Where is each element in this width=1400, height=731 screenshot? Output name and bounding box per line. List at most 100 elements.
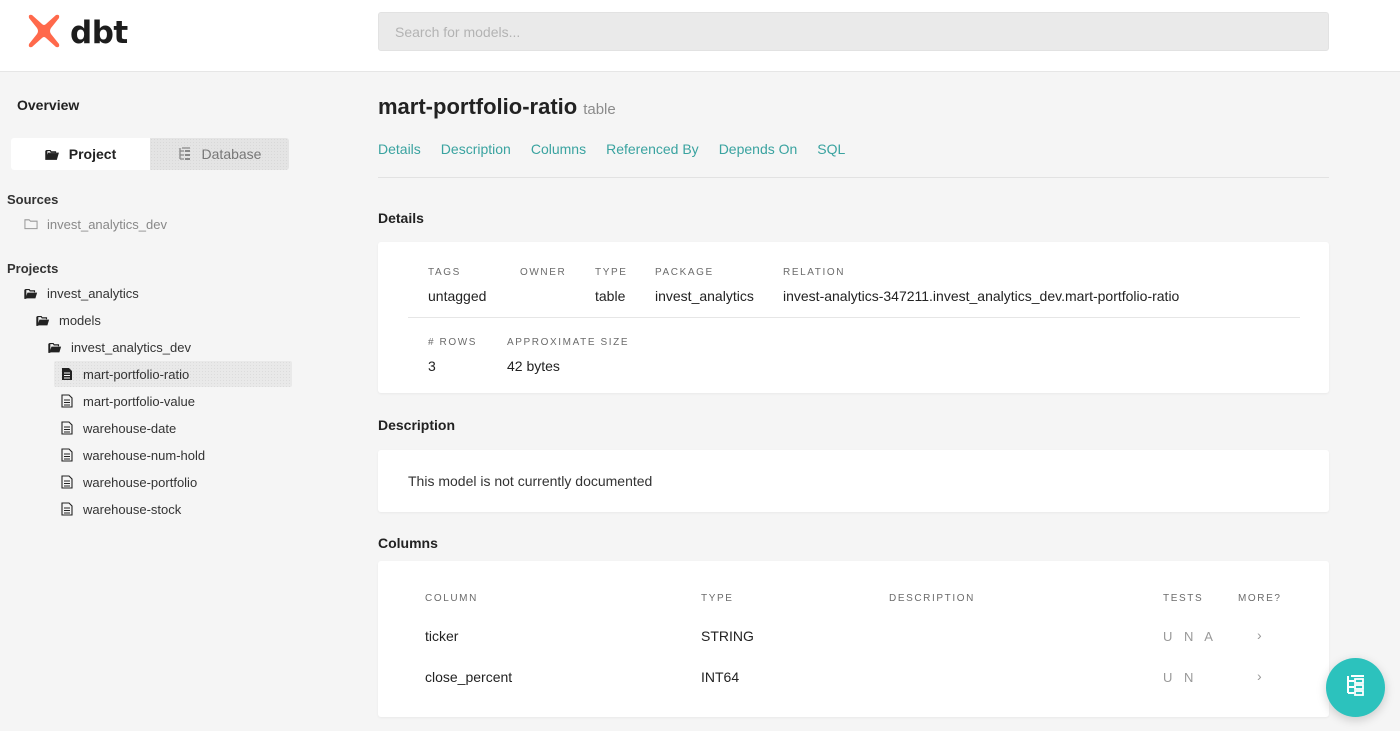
folder-outline-icon [24, 217, 38, 231]
tree-file-mart-portfolio-value[interactable]: mart-portfolio-value [60, 388, 195, 414]
sources-heading: Sources [7, 192, 59, 207]
projects-heading: Projects [7, 261, 59, 276]
tab-description[interactable]: Description [441, 141, 511, 157]
column-header-description: DESCRIPTION [889, 593, 975, 604]
columns-heading: Columns [378, 535, 438, 551]
file-outline-icon [60, 448, 74, 462]
project-database-switcher: Project Database [11, 138, 289, 170]
file-outline-icon [60, 421, 74, 435]
file-outline-icon [60, 502, 74, 516]
column-header-tests: TESTS [1163, 593, 1204, 604]
column-name: close_percent [425, 669, 513, 685]
column-header-more: MORE? [1238, 593, 1282, 604]
tree-file-warehouse-date[interactable]: warehouse-date [60, 415, 176, 441]
column-name: ticker [425, 628, 459, 644]
search-input[interactable] [378, 12, 1329, 51]
detail-size-value: 42 bytes [507, 358, 560, 374]
tree-folder-models-label: models [59, 312, 101, 328]
detail-size-label: APPROXIMATE SIZE [507, 337, 630, 348]
project-tab-button[interactable]: Project [11, 138, 150, 170]
column-header-column: COLUMN [425, 593, 478, 604]
column-header-type: TYPE [701, 593, 734, 604]
tree-file-label: mart-portfolio-value [83, 393, 195, 409]
description-text: This model is not currently documented [408, 473, 653, 489]
tree-file-label: warehouse-stock [83, 501, 182, 517]
tab-columns[interactable]: Columns [531, 141, 586, 157]
details-heading: Details [378, 210, 424, 226]
tree-file-warehouse-portfolio[interactable]: warehouse-portfolio [60, 469, 197, 495]
dbt-logo-text: dbt [70, 15, 128, 51]
column-type: INT64 [701, 669, 740, 685]
tree-file-mart-portfolio-ratio[interactable]: mart-portfolio-ratio [54, 361, 292, 387]
tree-folder-schema[interactable]: invest_analytics_dev [48, 334, 191, 360]
top-bar: dbt [0, 0, 1400, 72]
detail-package-value: invest_analytics [655, 288, 754, 304]
dbt-logo[interactable]: dbt [25, 13, 128, 53]
folder-open-icon [24, 286, 38, 300]
model-title: mart-portfolio-ratio [378, 94, 578, 119]
tree-folder-schema-label: invest_analytics_dev [71, 339, 191, 355]
column-tests: U N A [1163, 629, 1217, 644]
tree-file-label: warehouse-date [83, 420, 177, 436]
tab-depends-on[interactable]: Depends On [719, 141, 798, 157]
tree-project-label: invest_analytics [47, 285, 139, 301]
source-item-label: invest_analytics_dev [47, 216, 167, 232]
tree-file-label: warehouse-num-hold [83, 447, 206, 463]
file-outline-icon [60, 394, 74, 408]
tabs-divider [378, 177, 1329, 178]
detail-type: TYPE table [595, 267, 628, 304]
columns-card: COLUMN TYPE DESCRIPTION TESTS MORE? tick… [378, 561, 1329, 717]
tree-folder-models[interactable]: models [36, 307, 101, 333]
tree-file-warehouse-stock[interactable]: warehouse-stock [60, 496, 181, 522]
detail-rows-label: # ROWS [428, 337, 478, 348]
detail-package-label: PACKAGE [655, 267, 714, 278]
sidebar: Overview Project Database Sources invest… [0, 72, 300, 731]
detail-rows-value: 3 [428, 358, 436, 374]
database-tab-button[interactable]: Database [150, 138, 289, 170]
tab-referenced-by[interactable]: Referenced By [606, 141, 699, 157]
source-item[interactable]: invest_analytics_dev [24, 211, 167, 237]
tree-file-label: mart-portfolio-ratio [83, 366, 190, 382]
folder-open-icon [45, 147, 59, 161]
tab-sql[interactable]: SQL [817, 141, 845, 157]
model-materialization: table [583, 101, 616, 118]
model-title-row: mart-portfolio-ratio table [378, 94, 616, 120]
detail-relation-label: RELATION [783, 267, 846, 278]
tree-structure-icon [178, 147, 192, 161]
file-filled-icon [60, 367, 74, 381]
description-card: This model is not currently documented [378, 450, 1329, 512]
details-card: TAGS untagged OWNER TYPE table PACKAGE i… [378, 242, 1329, 393]
lineage-graph-icon [1344, 673, 1368, 702]
folder-open-icon [36, 313, 50, 327]
project-tab-label: Project [68, 146, 117, 162]
detail-type-label: TYPE [595, 267, 628, 278]
column-tests: U N [1163, 670, 1198, 685]
tab-details[interactable]: Details [378, 141, 421, 157]
details-divider [408, 317, 1300, 318]
description-heading: Description [378, 417, 456, 433]
lineage-graph-button[interactable] [1326, 658, 1385, 717]
detail-tags: TAGS untagged [428, 267, 486, 304]
detail-relation: RELATION invest-analytics-347211.invest_… [783, 267, 1179, 304]
detail-package: PACKAGE invest_analytics [655, 267, 754, 304]
tree-file-warehouse-num-hold[interactable]: warehouse-num-hold [60, 442, 205, 468]
detail-tags-label: TAGS [428, 267, 461, 278]
detail-rows: # ROWS 3 [428, 337, 477, 374]
detail-owner: OWNER [520, 267, 566, 288]
detail-relation-value: invest-analytics-347211.invest_analytics… [783, 288, 1180, 304]
file-outline-icon [60, 475, 74, 489]
detail-owner-label: OWNER [520, 267, 567, 278]
column-type: STRING [701, 628, 754, 644]
dbt-logo-icon [25, 12, 63, 55]
overview-link[interactable]: Overview [17, 97, 79, 113]
expand-row-chevron-icon[interactable]: › [1257, 668, 1262, 684]
detail-type-value: table [595, 288, 626, 304]
section-tabs: Details Description Columns Referenced B… [378, 141, 845, 157]
main-content: mart-portfolio-ratio table Details Descr… [378, 72, 1330, 731]
database-tab-label: Database [201, 146, 262, 162]
detail-size: APPROXIMATE SIZE 42 bytes [507, 337, 629, 374]
tree-project-invest-analytics[interactable]: invest_analytics [24, 280, 139, 306]
tree-file-label: warehouse-portfolio [83, 474, 198, 490]
expand-row-chevron-icon[interactable]: › [1257, 627, 1262, 643]
detail-tags-value: untagged [428, 288, 487, 304]
